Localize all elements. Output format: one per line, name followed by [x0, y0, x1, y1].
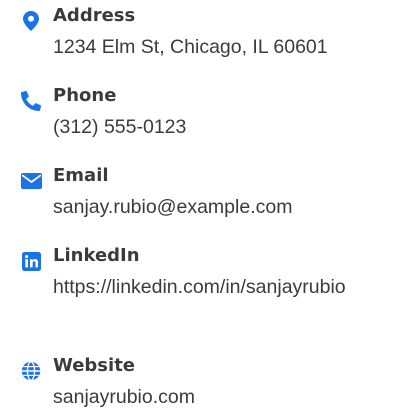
linkedin-link[interactable]: https://linkedin.com/in/sanjayrubio	[53, 272, 388, 302]
envelope-icon	[20, 170, 42, 192]
phone-link[interactable]: (312) 555-0123	[53, 112, 388, 142]
globe-icon	[20, 360, 42, 382]
website-label: Website	[53, 355, 136, 376]
address-label: Address	[53, 5, 136, 26]
linkedin-label: LinkedIn	[53, 245, 140, 266]
address-value: 1234 Elm St, Chicago, IL 60601	[53, 36, 328, 58]
website-link[interactable]: sanjayrubio.com	[53, 382, 388, 412]
linkedin-icon	[20, 250, 42, 272]
email-label: Email	[53, 165, 109, 186]
email-link[interactable]: sanjay.rubio@example.com	[53, 192, 388, 222]
phone-label: Phone	[53, 85, 117, 106]
phone-icon	[20, 90, 42, 112]
map-pin-icon	[20, 10, 42, 32]
